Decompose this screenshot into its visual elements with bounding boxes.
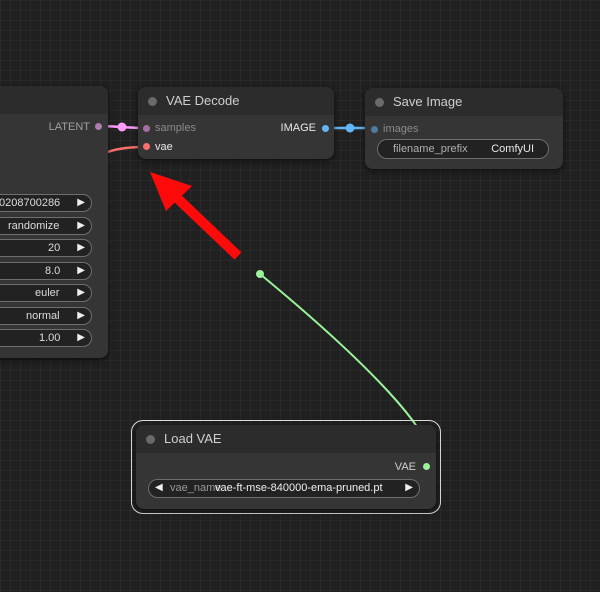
images-input-dot[interactable] [371, 126, 378, 133]
collapse-dot-icon[interactable] [148, 97, 157, 106]
collapse-dot-icon[interactable] [375, 98, 384, 107]
vae-input-dot[interactable] [143, 143, 150, 150]
latent-output-dot[interactable] [95, 123, 102, 130]
cfg-value: 8.0 [45, 265, 61, 277]
latent-output-label: LATENT [48, 121, 90, 133]
vae-decode-node[interactable]: VAE Decode samples vae IMAGE [138, 87, 334, 159]
ksampler-node[interactable]: LATENT 0208700286 ▶ randomize ▶ 20 ▶ 8.0… [0, 86, 108, 358]
vae-name-widget[interactable]: ◀ vae_name vae-ft-mse-840000-ema-pruned.… [148, 479, 420, 498]
denoise-value: 1.00 [39, 332, 61, 344]
arrow-right-icon[interactable]: ▶ [77, 332, 85, 343]
save-image-title: Save Image [393, 94, 463, 109]
scheduler-widget[interactable]: normal ▶ [0, 307, 92, 325]
vae-decode-title-bar[interactable]: VAE Decode [138, 87, 334, 115]
samples-input-label: samples [155, 122, 196, 134]
vae-drag-link-end[interactable] [256, 270, 264, 278]
image-output-label: IMAGE [280, 122, 316, 134]
filename-prefix-widget[interactable]: filename_prefix ComfyUI [377, 139, 549, 159]
arrow-right-icon[interactable]: ▶ [77, 287, 85, 298]
collapse-dot-icon[interactable] [146, 435, 155, 444]
image-link-midpoint[interactable] [345, 123, 355, 133]
vae-name-value: vae-ft-mse-840000-ema-pruned.pt [215, 482, 383, 494]
ksampler-title-bar[interactable] [0, 86, 108, 114]
sampler-name-widget[interactable]: euler ▶ [0, 284, 92, 302]
seed-widget[interactable]: 0208700286 ▶ [0, 194, 92, 212]
scheduler-value: normal [26, 310, 60, 322]
load-vae-title: Load VAE [164, 431, 222, 446]
save-image-title-bar[interactable]: Save Image [365, 88, 563, 116]
cfg-widget[interactable]: 8.0 ▶ [0, 262, 92, 280]
images-input-label: images [383, 123, 419, 135]
steps-widget[interactable]: 20 ▶ [0, 239, 92, 257]
vae-name-label: vae_name [170, 482, 222, 494]
vae-output-dot[interactable] [423, 463, 430, 470]
latent-link-midpoint[interactable] [117, 122, 127, 132]
vae-decode-title: VAE Decode [166, 93, 240, 108]
save-image-node[interactable]: Save Image images filename_prefix ComfyU… [365, 88, 563, 169]
filename-prefix-label: filename_prefix [393, 143, 468, 155]
seed-value: 0208700286 [0, 197, 61, 209]
sampler-value: euler [35, 287, 60, 299]
arrow-left-icon[interactable]: ◀ [155, 482, 163, 493]
vae-input-label: vae [155, 141, 173, 153]
control-after-generate-widget[interactable]: randomize ▶ [0, 217, 92, 235]
arrow-right-icon[interactable]: ▶ [77, 265, 85, 276]
denoise-widget[interactable]: 1.00 ▶ [0, 329, 92, 347]
arrow-right-icon[interactable]: ▶ [77, 242, 85, 253]
arrow-right-icon[interactable]: ▶ [405, 482, 413, 493]
filename-prefix-value: ComfyUI [491, 143, 534, 155]
arrow-right-icon[interactable]: ▶ [77, 310, 85, 321]
load-vae-title-bar[interactable]: Load VAE [136, 425, 436, 453]
steps-value: 20 [48, 242, 61, 254]
arrow-right-icon[interactable]: ▶ [77, 220, 85, 231]
arrow-right-icon[interactable]: ▶ [77, 197, 85, 208]
vae-output-label: VAE [394, 461, 416, 473]
annotation-arrow-icon [150, 172, 242, 260]
image-output-dot[interactable] [322, 125, 329, 132]
control-value: randomize [8, 220, 60, 232]
samples-input-dot[interactable] [143, 125, 150, 132]
load-vae-node[interactable]: Load VAE VAE ◀ vae_name vae-ft-mse-84000… [136, 425, 436, 509]
